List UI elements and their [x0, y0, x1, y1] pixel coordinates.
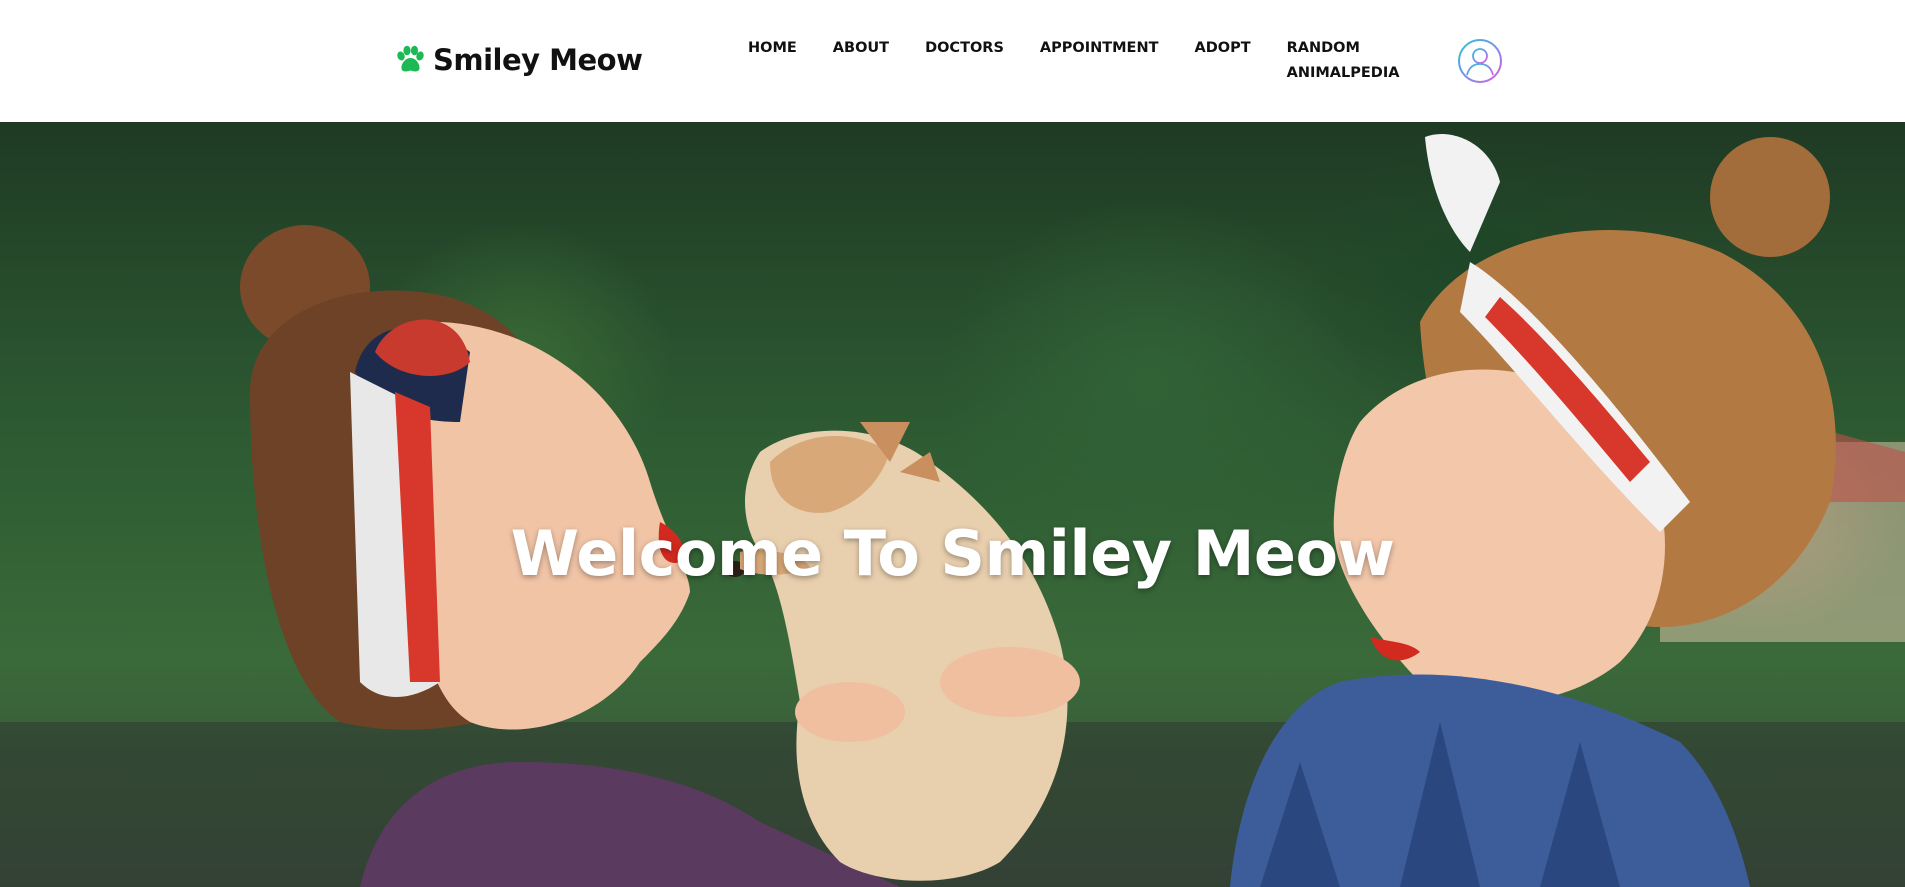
hero-title: Welcome To Smiley Meow	[510, 517, 1395, 590]
brand-name: Smiley Meow	[433, 43, 643, 77]
nav-about-link[interactable]: ABOUT	[833, 36, 889, 61]
nav-home-link[interactable]: HOME	[748, 36, 797, 61]
main-navigation: HOME ABOUT DOCTORS APPOINTMENT ADOPT RAN…	[748, 36, 1400, 86]
nav-adopt-link[interactable]: ADOPT	[1195, 36, 1251, 61]
nav-doctors-link[interactable]: DOCTORS	[925, 36, 1004, 61]
user-avatar-icon[interactable]	[1457, 38, 1503, 84]
hero-section: Welcome To Smiley Meow	[0, 122, 1905, 887]
nav-appointment-link[interactable]: APPOINTMENT	[1040, 36, 1159, 61]
hero-background-photo	[0, 134, 1905, 887]
brand-logo-link[interactable]: Smiley Meow	[395, 40, 643, 80]
nav-random-animalpedia-link[interactable]: RANDOM ANIMALPEDIA	[1287, 36, 1400, 86]
paw-icon	[397, 45, 424, 72]
navbar: Smiley Meow HOME ABOUT DOCTORS APPOINTME…	[0, 0, 1905, 122]
